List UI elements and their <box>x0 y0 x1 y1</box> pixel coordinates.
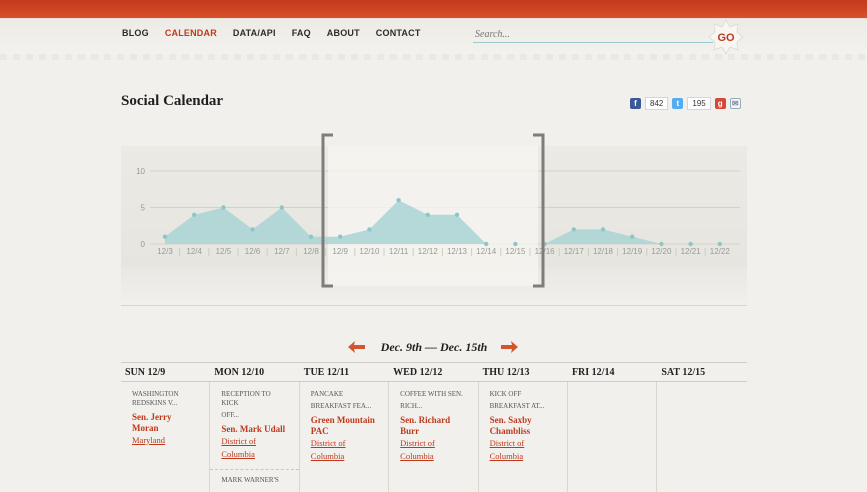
event-location-link[interactable]: Columbia <box>490 450 557 463</box>
x-tick-label: 12/13 <box>447 247 468 256</box>
prev-week-arrow-icon[interactable] <box>346 340 366 354</box>
event-title: PANCAKE <box>310 390 344 398</box>
y-tick-label: 0 <box>141 240 146 249</box>
data-point <box>717 241 722 247</box>
event-card[interactable]: RECEPTION TO KICK OFF... Sen. Mark Udall… <box>210 390 298 461</box>
x-tick-label: 12/5 <box>216 247 232 256</box>
data-point <box>396 198 401 203</box>
event-host-link[interactable]: Sen. Mark Udall <box>221 424 288 435</box>
x-tick-label: 12/22 <box>710 247 731 256</box>
x-tick-label: 12/17 <box>564 247 585 256</box>
x-tick-label: 12/11 <box>389 247 409 256</box>
event-subtitle: OFF... <box>221 411 239 419</box>
y-tick-label: 5 <box>141 204 146 213</box>
event-card[interactable]: KICK OFF BREAKFAST AT... Sen. Saxby Cham… <box>479 390 567 463</box>
event-card[interactable]: COFFEE WITH SEN. RICH... Sen. Richard Bu… <box>389 390 477 463</box>
day-column-sun: WASHINGTON REDSKINS V... Sen. Jerry Mora… <box>121 382 211 492</box>
data-point <box>279 205 284 210</box>
x-tick-label: 12/6 <box>245 247 261 256</box>
event-location-link[interactable]: Columbia <box>400 450 467 463</box>
event-location-link[interactable]: Columbia <box>221 448 288 461</box>
event-host-link[interactable]: Sen. Jerry Moran <box>132 412 199 434</box>
calendar-header: SUN 12/9 MON 12/10 TUE 12/11 WED 12/12 T… <box>121 363 747 382</box>
event-title: KICK OFF <box>489 390 522 398</box>
data-point <box>367 227 372 232</box>
day-header-fri: FRI 12/14 <box>571 367 615 378</box>
event-title: RECEPTION TO KICK <box>221 390 271 407</box>
next-week-arrow-icon[interactable] <box>500 340 520 354</box>
event-divider <box>210 469 299 470</box>
event-card[interactable]: MARK WARNER'S <box>210 476 298 485</box>
activity-chart: 12/3 12/4 12/5 12/6 12/7 12/8 12/9 12/10 12/11 12… <box>136 133 740 288</box>
data-point <box>484 241 489 247</box>
event-location-link[interactable]: District of <box>221 435 288 448</box>
x-tick-label: 12/8 <box>303 247 319 256</box>
week-range: Dec. 9th — Dec. 15th <box>380 340 488 354</box>
event-location-link[interactable]: District of <box>400 437 467 450</box>
x-tick-label: 12/7 <box>274 247 290 256</box>
x-tick-label: 12/16 <box>535 247 556 256</box>
event-location-link[interactable]: District of <box>490 437 557 450</box>
data-point <box>659 241 664 247</box>
data-point <box>630 234 635 239</box>
day-header-wed: WED 12/12 <box>393 367 443 378</box>
event-location-link[interactable]: District of <box>311 437 378 450</box>
day-header-mon: MON 12/10 <box>214 367 265 378</box>
x-tick-label: 12/19 <box>622 247 643 256</box>
day-column-sat <box>657 382 746 492</box>
y-tick-label: 10 <box>136 167 145 176</box>
data-point <box>454 212 460 217</box>
x-tick-label: 12/9 <box>332 247 348 256</box>
data-point <box>338 234 343 239</box>
day-column-fri <box>568 382 658 492</box>
x-tick-label: 12/15 <box>505 247 526 256</box>
day-header-thu: THU 12/13 <box>482 367 530 378</box>
x-tick-label: 12/18 <box>593 247 614 256</box>
x-tick-label: 12/12 <box>418 247 439 256</box>
event-location-link[interactable]: Columbia <box>311 450 378 463</box>
day-column-thu: KICK OFF BREAKFAST AT... Sen. Saxby Cham… <box>479 382 568 492</box>
calendar-body: WASHINGTON REDSKINS V... Sen. Jerry Mora… <box>121 382 747 492</box>
event-subtitle: BREAKFAST FEA... <box>310 402 372 410</box>
event-subtitle: BREAKFAST AT... <box>489 402 545 410</box>
day-column-wed: COFFEE WITH SEN. RICH... Sen. Richard Bu… <box>389 382 479 492</box>
data-point <box>162 234 168 239</box>
data-point <box>250 227 255 232</box>
day-header-sun: SUN 12/9 <box>125 367 166 378</box>
data-point <box>513 241 518 247</box>
day-header-tue: TUE 12/11 <box>303 367 350 378</box>
event-host-link[interactable]: Sen. Richard Burr <box>400 415 467 437</box>
event-host-link[interactable]: Sen. Saxby Chambliss <box>490 415 557 437</box>
day-column-mon: RECEPTION TO KICK OFF... Sen. Mark Udall… <box>210 382 300 492</box>
day-column-tue: PANCAKE BREAKFAST FEA... Green Mountain … <box>300 382 390 492</box>
data-point <box>571 227 576 232</box>
event-location-link[interactable]: Maryland <box>132 434 199 447</box>
x-tick-label: 12/10 <box>359 247 380 256</box>
day-header-sat: SAT 12/15 <box>661 367 706 378</box>
x-tick-label: 12/21 <box>681 247 702 256</box>
x-tick-label: 12/20 <box>651 247 672 256</box>
event-title: COFFEE WITH SEN. <box>400 390 463 398</box>
event-card[interactable]: WASHINGTON REDSKINS V... Sen. Jerry Mora… <box>121 390 209 447</box>
data-point <box>425 212 430 217</box>
data-point <box>688 241 693 247</box>
x-tick-label: 12/3 <box>157 247 173 256</box>
x-tick-label: 12/14 <box>476 247 497 256</box>
data-point <box>221 205 226 210</box>
week-calendar: SUN 12/9 MON 12/10 TUE 12/11 WED 12/12 T… <box>121 362 747 492</box>
event-subtitle: RICH... <box>400 402 423 410</box>
event-title: WASHINGTON <box>132 390 179 398</box>
data-point <box>600 227 606 232</box>
event-subtitle: REDSKINS V... <box>132 399 178 407</box>
x-tick-label: 12/4 <box>186 247 202 256</box>
event-card[interactable]: PANCAKE BREAKFAST FEA... Green Mountain … <box>300 390 388 463</box>
event-host-link[interactable]: Green Mountain PAC <box>311 415 378 437</box>
data-point <box>192 212 197 217</box>
event-title: MARK WARNER'S <box>221 476 279 484</box>
data-point <box>308 234 314 239</box>
